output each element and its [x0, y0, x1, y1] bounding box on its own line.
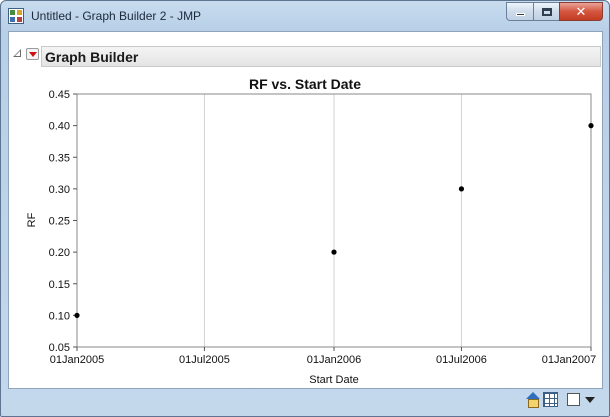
y-axis: 0.05 0.10 0.15 0.20 0.25 0.30 0.35 0.40 0.45 — [49, 89, 77, 354]
y-tick-label: 0.40 — [49, 121, 70, 133]
x-axis: 01Jan2005 01Jul2005 01Jan2006 01Jul2006 01Ja… — [50, 347, 596, 366]
minimize-icon — [515, 12, 525, 16]
gridlines — [203, 94, 462, 347]
x-tick-label: 01Jul2006 — [436, 354, 487, 366]
checkbox-icon[interactable] — [567, 393, 580, 406]
window-controls: ✕ — [506, 2, 603, 21]
dropdown-arrow-icon[interactable] — [585, 396, 595, 403]
x-axis-label[interactable]: Start Date — [309, 374, 359, 386]
jmp-window: Untitled - Graph Builder 2 - JMP ✕ Graph… — [0, 0, 610, 417]
y-tick-label: 0.10 — [49, 310, 70, 322]
y-axis-label[interactable]: RF — [26, 212, 38, 227]
scatter-chart[interactable]: RF vs. Start Date 0.050.100.150.200.250.… — [9, 32, 604, 390]
y-tick-label: 0.05 — [49, 342, 70, 354]
close-button[interactable]: ✕ — [559, 2, 603, 21]
x-tick-label: 01Jan2006 — [307, 354, 361, 366]
status-icons — [525, 392, 595, 408]
data-table-icon[interactable] — [543, 392, 558, 407]
x-tick-label: 01Jan2005 — [50, 354, 104, 366]
data-point[interactable] — [588, 123, 594, 129]
chart-title: RF vs. Start Date — [249, 76, 361, 92]
status-bar — [8, 390, 603, 411]
data-point[interactable] — [331, 249, 337, 255]
y-tick-label: 0.20 — [49, 247, 70, 259]
y-tick-label: 0.35 — [49, 152, 70, 164]
window-title: Untitled - Graph Builder 2 - JMP — [31, 9, 202, 23]
y-tick-label: 0.15 — [49, 279, 70, 291]
data-point[interactable] — [74, 312, 80, 318]
y-tick-label: 0.25 — [49, 216, 70, 228]
data-point[interactable] — [458, 186, 465, 192]
jmp-app-icon[interactable] — [8, 8, 24, 24]
y-tick-label: 0.45 — [49, 89, 70, 101]
home-icon[interactable] — [525, 392, 540, 408]
close-icon: ✕ — [575, 3, 587, 19]
maximize-button[interactable] — [533, 2, 559, 21]
title-bar[interactable]: Untitled - Graph Builder 2 - JMP ✕ — [1, 1, 609, 31]
report-area: Graph Builder RF vs. Start Date 0.05 0.10… — [8, 31, 603, 389]
maximize-icon — [541, 7, 552, 16]
x-tick-label: 01Jan2007 — [542, 354, 596, 366]
x-tick-label: 01Jul2005 — [179, 354, 230, 366]
minimize-button[interactable] — [506, 2, 533, 21]
y-tick-label: 0.30 — [49, 184, 70, 196]
